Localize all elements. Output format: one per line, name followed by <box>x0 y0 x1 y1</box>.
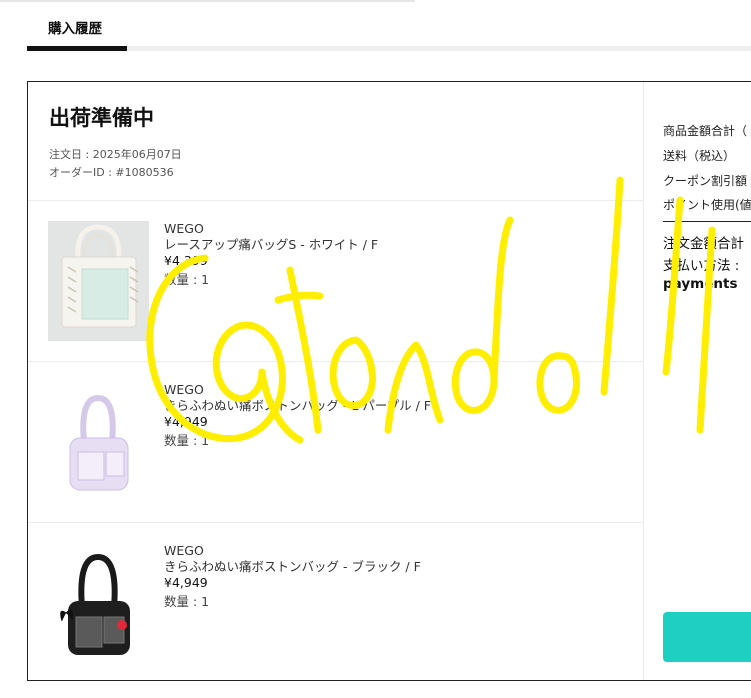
payment-method-label: 支払い方法 : <box>663 258 740 274</box>
item-details: WEGO きらふわぬい痛ボストンバッグ - L パープル / F ¥4,949 … <box>164 382 431 449</box>
item-price: ¥4,949 <box>164 414 208 429</box>
list-item[interactable]: WEGO レースアップ痛バッグS - ホワイト / F ¥4,399 数量 : … <box>28 200 643 361</box>
item-brand: WEGO <box>164 221 204 236</box>
coupon-label: クーポン割引額 <box>663 174 748 188</box>
order-summary-panel: 商品金額合計（ 送料（税込） クーポン割引額 ポイント使用(値 注文金額合計 支… <box>644 82 751 680</box>
total-label: 注文金額合計 <box>663 236 744 252</box>
order-date: 注文日 : 2025年06月07日 <box>49 148 182 161</box>
points-label: ポイント使用(値 <box>663 198 751 212</box>
item-name[interactable]: レースアップ痛バッグS - ホワイト / F <box>164 237 378 253</box>
item-quantity: 数量 : 1 <box>164 433 210 448</box>
order-card: 出荷準備中 注文日 : 2025年06月07日 オーダーID : #108053… <box>27 81 751 681</box>
list-item[interactable]: WEGO きらふわぬい痛ボストンバッグ - ブラック / F ¥4,949 数量… <box>28 522 643 680</box>
tab-purchase-history[interactable]: 購入履歴 <box>48 17 102 37</box>
black-boston-bag-photo[interactable] <box>48 543 149 663</box>
tab-track <box>27 46 751 51</box>
tab-bar: 購入履歴 <box>0 0 751 52</box>
white-tote-bag-photo[interactable] <box>48 221 149 341</box>
item-name[interactable]: きらふわぬい痛ボストンバッグ - ブラック / F <box>164 559 421 575</box>
purple-boston-bag-photo[interactable] <box>48 382 149 502</box>
item-name[interactable]: きらふわぬい痛ボストンバッグ - L パープル / F <box>164 398 431 414</box>
tab-active-indicator <box>27 46 127 51</box>
item-price: ¥4,949 <box>164 575 208 590</box>
subtotal-label: 商品金額合計（ <box>663 124 748 138</box>
item-details: WEGO レースアップ痛バッグS - ホワイト / F ¥4,399 数量 : … <box>164 221 378 288</box>
item-quantity: 数量 : 1 <box>164 594 210 609</box>
order-items-panel: 出荷準備中 注文日 : 2025年06月07日 オーダーID : #108053… <box>28 82 643 680</box>
item-brand: WEGO <box>164 543 204 558</box>
item-quantity: 数量 : 1 <box>164 272 210 287</box>
item-brand: WEGO <box>164 382 204 397</box>
item-price: ¥4,399 <box>164 253 208 268</box>
list-item[interactable]: WEGO きらふわぬい痛ボストンバッグ - L パープル / F ¥4,949 … <box>28 361 643 522</box>
action-button[interactable] <box>663 612 751 662</box>
order-id: オーダーID : #1080536 <box>49 166 174 179</box>
shipping-label: 送料（税込） <box>663 149 736 163</box>
item-details: WEGO きらふわぬい痛ボストンバッグ - ブラック / F ¥4,949 数量… <box>164 543 421 610</box>
summary-divider <box>663 221 751 222</box>
payment-method-value: payments <box>663 276 738 292</box>
order-status-title: 出荷準備中 <box>49 106 154 130</box>
